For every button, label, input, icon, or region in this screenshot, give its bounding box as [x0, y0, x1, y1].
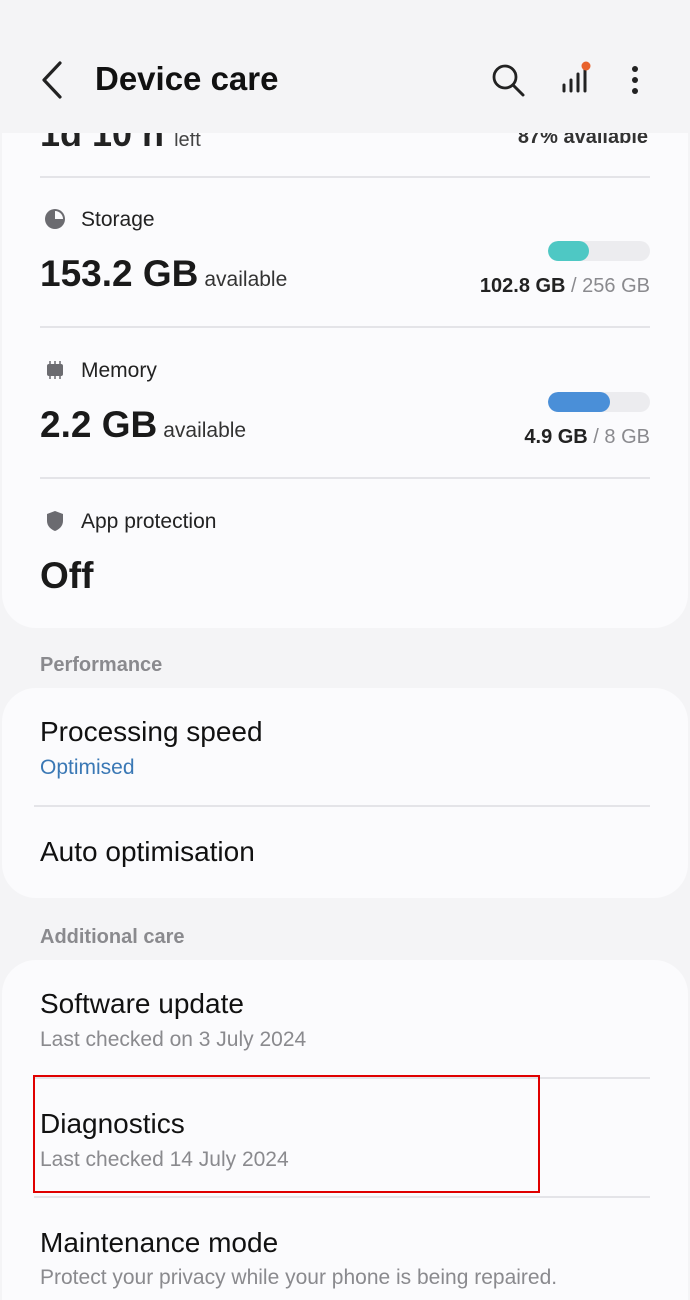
- maintenance-mode-title: Maintenance mode: [40, 1227, 279, 1258]
- memory-chip-icon: [47, 361, 63, 379]
- storage-usage-bar: [548, 241, 650, 261]
- additional-care-section-label: Additional care: [40, 926, 185, 948]
- divider: [40, 326, 650, 328]
- software-update-title: Software update: [40, 988, 244, 1019]
- maintenance-mode-subtitle: Protect your privacy while your phone is…: [40, 1266, 558, 1289]
- memory-usage-bar: [548, 392, 650, 412]
- app-protection-label: App protection: [81, 510, 217, 533]
- back-arrow-icon[interactable]: [34, 57, 74, 103]
- memory-available: 2.2 GB available: [40, 404, 247, 445]
- page-title: Device care: [95, 60, 279, 97]
- memory-usage-fill: [548, 392, 611, 412]
- pie-chart-icon: [45, 209, 65, 229]
- notification-dot: [581, 61, 591, 71]
- memory-usage-text: 4.9 GB / 8 GB: [524, 426, 650, 448]
- software-update-subtitle: Last checked on 3 July 2024: [40, 1028, 307, 1051]
- app-bar: Device care: [0, 0, 690, 133]
- signal-bars-icon[interactable]: [556, 58, 596, 98]
- divider: [40, 477, 650, 479]
- processing-speed-title: Processing speed: [40, 716, 263, 747]
- storage-usage-fill: [548, 241, 589, 261]
- search-icon[interactable]: [488, 60, 528, 100]
- more-vert-icon[interactable]: [620, 60, 650, 100]
- divider: [40, 176, 650, 178]
- shield-icon: [47, 511, 63, 531]
- processing-speed-status: Optimised: [40, 756, 135, 779]
- memory-label: Memory: [81, 359, 157, 382]
- storage-label: Storage: [81, 208, 155, 231]
- app-protection-value: Off: [40, 555, 94, 596]
- divider: [34, 805, 650, 807]
- divider: [34, 1196, 650, 1198]
- auto-optimisation-title: Auto optimisation: [40, 836, 255, 867]
- performance-section-label: Performance: [40, 654, 163, 676]
- storage-available: 153.2 GB available: [40, 253, 288, 294]
- selection-highlight: [33, 1075, 540, 1193]
- storage-usage-text: 102.8 GB / 256 GB: [479, 275, 650, 297]
